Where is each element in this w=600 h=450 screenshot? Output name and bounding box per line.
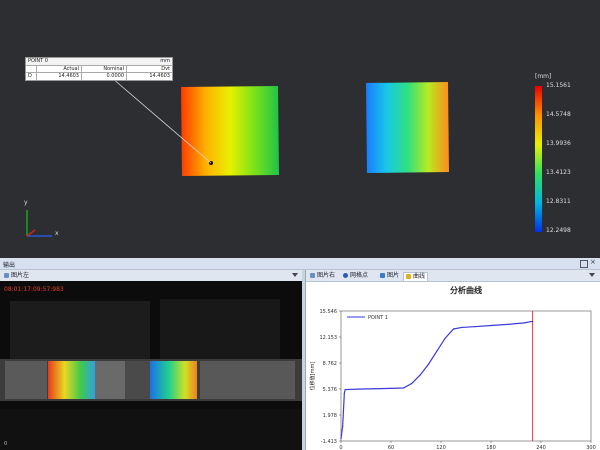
y-tick-label: 8.762 <box>323 361 337 367</box>
series-point <box>523 322 525 324</box>
y-tick-label: 12.153 <box>320 335 338 341</box>
pin-icon[interactable] <box>580 260 588 268</box>
series-point <box>436 350 438 352</box>
y-tick-label: 15.546 <box>320 309 338 315</box>
output-panel: 输出 × 图片左 08:01:17:09:57:983 0 图片右 网格点 图片… <box>0 258 600 450</box>
specimen-left-image <box>48 361 95 399</box>
point-table-unit: mm <box>160 58 170 64</box>
series-point <box>473 326 475 328</box>
line-chart: 分析曲线 0 60 120 180 240 300 15.546 12.153 8.762 5.37… <box>309 285 596 450</box>
series-point <box>402 387 405 389</box>
series-point <box>342 425 344 427</box>
tab-image-label: 图片 <box>387 272 400 279</box>
axis-x-label: x <box>55 230 59 237</box>
series-point <box>343 392 345 394</box>
output-panel-title: 输出 <box>3 262 16 269</box>
series-point <box>461 326 463 329</box>
close-icon[interactable]: × <box>590 259 596 266</box>
legend-label: POINT 1 <box>368 315 388 321</box>
value-nominal: 0.0000 <box>81 73 126 80</box>
series-point <box>373 388 375 390</box>
x-tick-label: 60 <box>388 445 394 450</box>
specimen-right-image <box>150 361 197 399</box>
axis-y-label: y <box>24 199 28 206</box>
point-table[interactable]: POINT 0 mm Actual Nominal Dvt D 14.4603 … <box>25 57 173 81</box>
tab-grid-points-label: 网格点 <box>350 272 369 279</box>
tab-curve-label: 曲线 <box>413 273 426 280</box>
point-table-title: POINT 0 <box>28 58 48 64</box>
y-axis-label: 位移值[mm] <box>309 362 316 391</box>
panel-menu-icon[interactable] <box>292 273 298 277</box>
y-tick-label: -1.413 <box>321 439 337 445</box>
colorbar-tick: 15.1561 <box>546 82 571 89</box>
series-point <box>357 388 359 390</box>
tab-right-image-label: 图片右 <box>317 272 336 279</box>
tab-right-image[interactable]: 图片右 <box>308 272 337 280</box>
output-panel-header: 输出 × <box>0 258 600 270</box>
camera-image <box>0 281 302 450</box>
image-icon <box>4 273 9 278</box>
series-point <box>444 337 446 339</box>
grid-points-icon <box>343 273 348 278</box>
series-point <box>507 323 509 325</box>
viewport-3d[interactable]: y x [mm] 15.1561 14.5748 13.9936 13.4123… <box>0 0 600 258</box>
y-tick-label: 5.376 <box>323 387 337 393</box>
x-tick-label: 300 <box>586 445 596 450</box>
chart-title: 分析曲线 <box>450 285 482 295</box>
colorbar-tick: 12.2498 <box>546 227 571 234</box>
image-icon <box>310 273 315 278</box>
plot-area <box>340 310 592 442</box>
tab-image[interactable]: 图片 <box>378 272 401 280</box>
tab-left-image-label: 图片左 <box>11 272 30 279</box>
x-tick-label: 240 <box>536 445 546 450</box>
panel-menu-icon[interactable] <box>589 273 595 277</box>
series-point <box>390 387 392 389</box>
colorbar <box>535 86 542 232</box>
colorbar-tick: 12.8311 <box>546 198 571 205</box>
specimen-right <box>366 82 449 173</box>
colorbar-tick: 13.9936 <box>546 140 571 147</box>
series-point <box>411 382 413 385</box>
series-point <box>344 388 346 391</box>
series-point <box>427 363 430 365</box>
value-actual: 14.4603 <box>36 73 81 80</box>
tab-grid-points[interactable]: 网格点 <box>341 272 370 280</box>
specimen-left <box>181 86 279 176</box>
frame-number: 0 <box>4 441 8 447</box>
series-point <box>452 328 455 330</box>
image-icon <box>380 273 385 278</box>
x-tick-label: 0 <box>339 445 342 450</box>
timestamp: 08:01:17:09:57:983 <box>4 286 64 293</box>
colorbar-unit: [mm] <box>535 73 552 80</box>
series-point <box>419 374 421 376</box>
series-point <box>340 438 342 440</box>
colorbar-tick: 13.4123 <box>546 169 571 176</box>
right-chart-panel: 图片右 网格点 图片 曲线 分析曲线 0 60 120 180 240 300 15.546 1… <box>305 270 600 450</box>
curve-icon <box>406 274 411 279</box>
series-point <box>532 320 534 322</box>
row-id: D <box>28 73 32 79</box>
x-tick-label: 120 <box>436 445 446 450</box>
tab-left-image[interactable]: 图片左 <box>2 272 31 280</box>
x-tick-label: 180 <box>486 445 496 450</box>
colorbar-tick: 14.5748 <box>546 111 571 118</box>
value-dvt: 14.4603 <box>126 73 172 80</box>
y-tick-label: 1.978 <box>323 413 337 419</box>
series-point <box>490 324 492 327</box>
viewport-canvas <box>26 77 542 237</box>
left-image-panel: 图片左 08:01:17:09:57:983 0 <box>0 270 302 450</box>
